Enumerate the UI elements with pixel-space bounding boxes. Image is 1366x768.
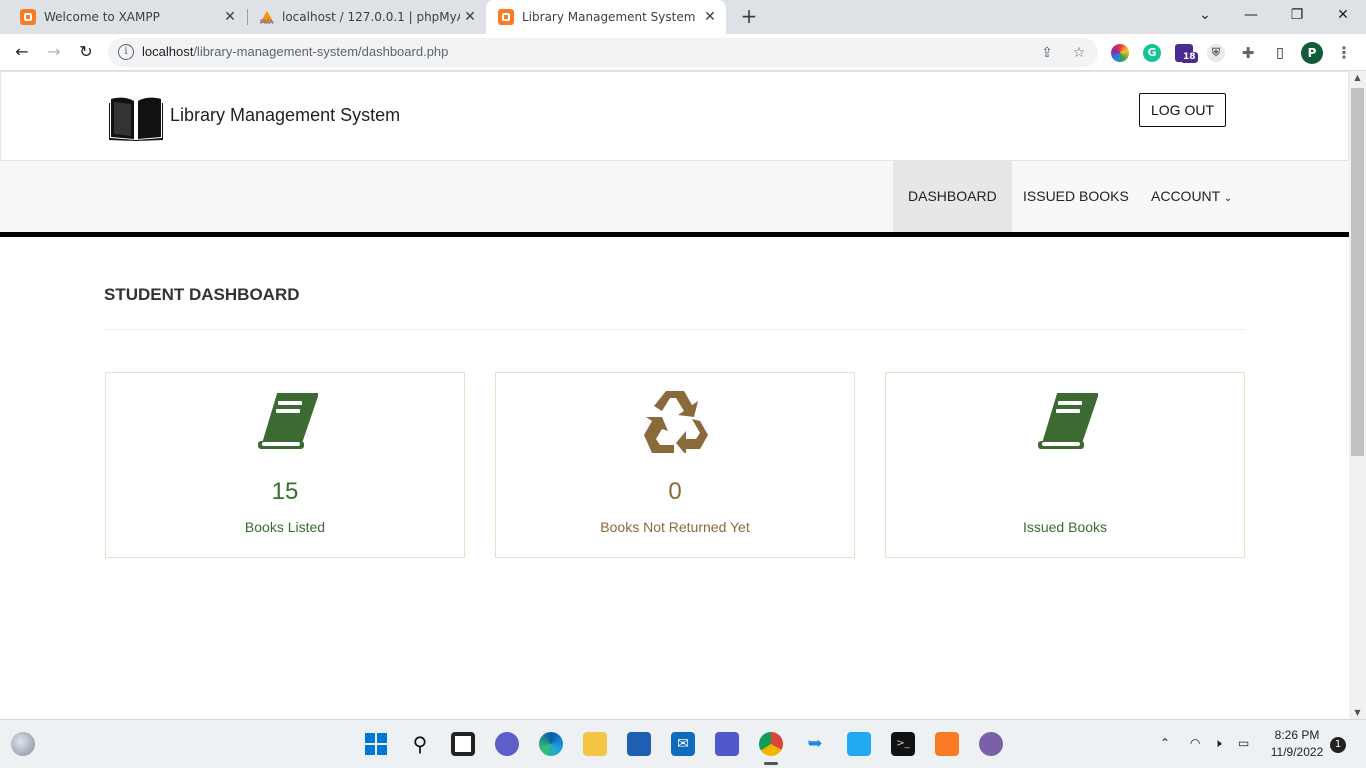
grammarly-extension-icon[interactable]: G (1143, 44, 1161, 62)
address-bar[interactable]: i localhost/library-management-system/da… (108, 38, 1098, 67)
close-tab-icon[interactable]: ✕ (460, 9, 480, 25)
media-app-icon[interactable] (979, 732, 1003, 756)
nav-issued-books[interactable]: ISSUED BOOKS (1008, 161, 1144, 232)
chrome-icon[interactable] (759, 732, 783, 756)
share-icon[interactable]: ⇪ (1038, 44, 1056, 62)
windows-start-icon[interactable] (364, 732, 388, 756)
page-scrollbar[interactable]: ▲ ▼ (1349, 71, 1366, 719)
open-book-logo-icon (109, 97, 163, 141)
extension-icon[interactable]: 18 (1175, 44, 1198, 63)
volume-icon[interactable]: 🕨 (1214, 736, 1222, 751)
color-picker-extension-icon[interactable] (1111, 44, 1129, 62)
chat-icon[interactable] (495, 732, 519, 756)
minimize-button[interactable]: — (1228, 0, 1274, 30)
heading-divider (104, 329, 1245, 330)
books-listed-card[interactable]: 15 Books Listed (105, 372, 465, 558)
close-tab-icon[interactable]: ✕ (220, 9, 240, 25)
issued-books-card[interactable]: Issued Books (885, 372, 1245, 558)
xampp-icon (498, 9, 514, 25)
vscode-icon[interactable] (847, 732, 871, 756)
nav-divider (0, 232, 1349, 237)
restore-button[interactable]: ❐ (1274, 0, 1320, 30)
xampp-icon[interactable] (935, 732, 959, 756)
chevron-down-icon: ⌄ (1223, 193, 1233, 204)
reload-button[interactable]: ↻ (74, 40, 98, 64)
wifi-icon[interactable]: ◠ (1190, 736, 1200, 750)
taskbar: ⚲ ✉ ➥ >_ ⌃ ◠ 🕨 ▭ 8:26 PM 11/9/2022 1 (0, 719, 1366, 768)
url-host: localhost (142, 44, 194, 59)
task-view-icon[interactable] (451, 732, 475, 756)
main-navigation: DASHBOARD ISSUED BOOKS ACCOUNT ⌄ (0, 161, 1349, 232)
xampp-icon (20, 9, 36, 25)
books-listed-count: 15 (271, 478, 299, 505)
site-title: Library Management System (170, 105, 401, 125)
system-clock[interactable]: 8:26 PM 11/9/2022 (1262, 727, 1332, 761)
browser-tab-xampp[interactable]: Welcome to XAMPP ✕ (0, 0, 246, 34)
phpmyadmin-icon: PMA (258, 9, 274, 26)
web-page: Library Management System LOG OUT DASHBO… (0, 71, 1349, 719)
bookmark-star-icon[interactable]: ☆ (1070, 44, 1088, 62)
book-icon (106, 387, 464, 453)
recycle-icon (496, 387, 854, 453)
profile-avatar[interactable]: P (1301, 42, 1323, 64)
books-not-returned-count: 0 (668, 478, 682, 505)
clock-date: 11/9/2022 (1270, 745, 1324, 759)
svg-text:PMA: PMA (260, 20, 274, 25)
mail-icon[interactable]: ✉ (671, 732, 695, 756)
notification-badge[interactable]: 1 (1330, 737, 1346, 753)
weather-widget-icon[interactable] (11, 732, 35, 756)
tab-search-icon[interactable]: ⌄ (1182, 0, 1228, 30)
nav-dashboard[interactable]: DASHBOARD (893, 161, 1012, 232)
close-window-button[interactable]: ✕ (1320, 0, 1366, 30)
site-info-icon[interactable]: i (118, 44, 134, 60)
clock-time: 8:26 PM (1274, 728, 1320, 742)
edge-browser-icon[interactable] (539, 732, 563, 756)
shield-extension-icon[interactable]: ⛨ (1207, 44, 1225, 62)
site-header: Library Management System LOG OUT (0, 71, 1349, 161)
tray-overflow-icon[interactable]: ⌃ (1160, 736, 1170, 750)
browser-tab-phpmyadmin[interactable]: PMA localhost / 127.0.0.1 | phpMyAdmin ✕ (248, 0, 486, 34)
remote-app-icon[interactable]: ➥ (803, 732, 827, 756)
scroll-up-arrow-icon[interactable]: ▲ (1349, 73, 1366, 82)
tab-title: localhost / 127.0.0.1 | phpMyAdmin (282, 10, 460, 24)
books-listed-label: Books Listed (244, 519, 326, 535)
browser-tab-strip: Welcome to XAMPP ✕ PMA localhost / 127.0… (0, 0, 1366, 34)
book-icon (886, 387, 1244, 453)
url-text[interactable]: localhost/library-management-system/dash… (142, 44, 448, 59)
url-path: /library-management-system/dashboard.php (193, 44, 449, 59)
side-panel-icon[interactable]: ▯ (1271, 44, 1289, 62)
browser-tab-library[interactable]: Library Management System | Stu ✕ (486, 0, 726, 34)
scroll-down-arrow-icon[interactable]: ▼ (1349, 708, 1366, 717)
battery-icon[interactable]: ▭ (1238, 736, 1249, 750)
nav-account[interactable]: ACCOUNT ⌄ (1136, 161, 1232, 232)
books-not-returned-card[interactable]: 0 Books Not Returned Yet (495, 372, 855, 558)
browser-menu-icon[interactable]: ⋮ (1335, 44, 1353, 62)
search-icon[interactable]: ⚲ (408, 732, 432, 756)
new-tab-button[interactable]: + (737, 4, 761, 28)
books-not-returned-label: Books Not Returned Yet (600, 519, 750, 535)
browser-toolbar: ← → ↻ i localhost/library-management-sys… (0, 34, 1366, 71)
microsoft-store-icon[interactable] (627, 732, 651, 756)
terminal-icon[interactable]: >_ (891, 732, 915, 756)
back-button[interactable]: ← (10, 40, 34, 64)
tab-title: Welcome to XAMPP (44, 10, 160, 24)
forward-button[interactable]: → (42, 40, 66, 64)
logout-button[interactable]: LOG OUT (1139, 93, 1226, 127)
page-title: STUDENT DASHBOARD (104, 285, 300, 304)
tab-title: Library Management System | Stu (522, 10, 700, 24)
active-app-indicator (764, 762, 778, 765)
file-explorer-icon[interactable] (583, 732, 607, 756)
extension-badge: 18 (1181, 52, 1198, 63)
teams-icon[interactable] (715, 732, 739, 756)
extensions-puzzle-icon[interactable]: ✚ (1239, 44, 1257, 62)
issued-books-label: Issued Books (1022, 519, 1108, 535)
scrollbar-thumb[interactable] (1351, 88, 1364, 456)
close-tab-icon[interactable]: ✕ (700, 9, 720, 25)
nav-account-label: ACCOUNT (1151, 188, 1220, 204)
